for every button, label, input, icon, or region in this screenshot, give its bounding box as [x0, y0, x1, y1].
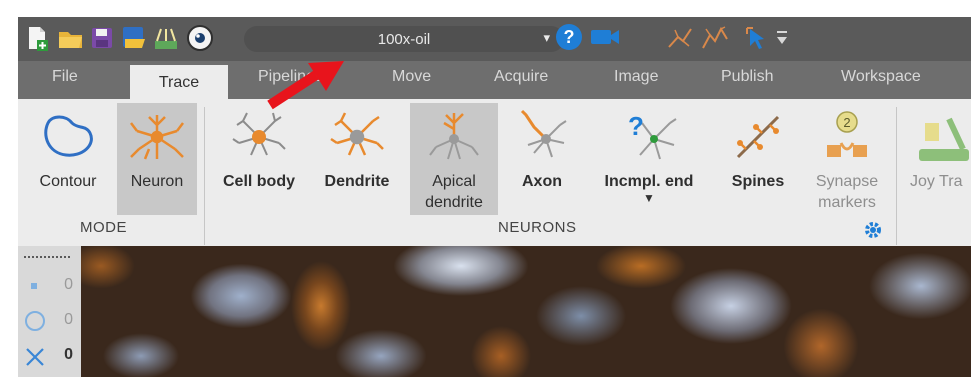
dendrite-icon — [330, 112, 384, 156]
mode-group-label: MODE — [80, 219, 127, 236]
cell-body-icon — [232, 112, 286, 156]
chevron-down-icon: ▾ — [543, 30, 550, 45]
circle-marker-icon — [25, 311, 45, 331]
marker-count: 0 — [64, 311, 73, 328]
apical-dendrite-label-line1: Apical — [432, 173, 476, 190]
save-as-icon[interactable] — [121, 25, 145, 51]
axon-button[interactable]: Axon — [506, 103, 578, 215]
dendrite-button[interactable]: Dendrite — [312, 103, 402, 215]
group-settings-gear-icon[interactable] — [864, 221, 882, 244]
marker-count-panel: 0 0 0 — [18, 246, 81, 377]
joy-trace-label: Joy Tra — [910, 173, 963, 190]
tab-publish[interactable]: Publish — [721, 68, 773, 86]
svg-text:?: ? — [628, 111, 644, 141]
contour-button[interactable]: Contour — [26, 103, 110, 215]
apical-dendrite-button[interactable]: Apical dendrite — [410, 103, 498, 215]
open-folder-icon[interactable] — [58, 25, 82, 51]
dot-marker-icon — [31, 283, 37, 289]
axon-icon — [520, 109, 567, 158]
annotation-arrow-icon — [267, 61, 344, 110]
neuron-button[interactable]: Neuron — [117, 103, 197, 215]
app-window: 100x-oil ▾ ? File Trace Pipelines Move A… — [0, 0, 971, 377]
neuron-label: Neuron — [130, 173, 184, 190]
trace-tool-icon[interactable] — [666, 25, 692, 51]
select-arrow-icon[interactable] — [745, 25, 769, 51]
ribbon-panel: Contour Neuron Cell body Dendrite Apical… — [18, 99, 971, 246]
marker-count: 0 — [64, 276, 73, 293]
svg-text:?: ? — [564, 27, 575, 47]
group-separator — [896, 107, 897, 245]
objective-select[interactable]: 100x-oil ▾ — [244, 26, 564, 52]
tab-acquire[interactable]: Acquire — [494, 68, 548, 86]
dendrite-label: Dendrite — [324, 173, 390, 190]
marker-row[interactable]: 0 — [18, 274, 81, 298]
group-separator — [204, 107, 205, 245]
apical-dendrite-label-line2: dendrite — [425, 194, 483, 211]
new-file-icon[interactable] — [26, 25, 50, 51]
quick-access-toolbar: 100x-oil ▾ ? — [18, 17, 971, 61]
overflow-icon[interactable] — [775, 29, 789, 55]
tab-trace[interactable]: Trace — [130, 65, 228, 99]
incomplete-end-button[interactable]: ? Incmpl. end ▼ — [586, 103, 712, 215]
tab-image[interactable]: Image — [614, 68, 658, 86]
joy-trace-icon — [919, 117, 969, 161]
cell-body-button[interactable]: Cell body — [214, 103, 304, 215]
ruler-icon[interactable] — [153, 25, 177, 51]
tab-file[interactable]: File — [52, 68, 78, 86]
synapse-markers-icon: 2 — [827, 111, 867, 157]
apical-dendrite-icon — [429, 113, 479, 160]
spines-label: Spines — [731, 173, 785, 190]
synapse-badge: 2 — [843, 115, 850, 130]
camera-icon[interactable] — [590, 27, 619, 53]
neurons-group-label: NEURONS — [498, 219, 577, 236]
eye-icon[interactable] — [186, 24, 213, 51]
ribbon-tab-bar: File Trace Pipelines Move Acquire Image … — [18, 61, 971, 99]
synapse-markers-label-line1: Synapse — [815, 173, 879, 190]
synapse-markers-button[interactable]: 2 Synapse markers — [802, 103, 892, 215]
joy-trace-button[interactable]: Joy Tra — [904, 103, 971, 215]
x-marker-icon — [26, 348, 44, 366]
microscope-image-view[interactable] — [81, 246, 971, 377]
marker-count: 0 — [64, 346, 73, 363]
contour-label: Contour — [39, 173, 97, 190]
synapse-markers-label: Synapse markers — [802, 171, 892, 213]
cell-body-label: Cell body — [222, 173, 295, 190]
axon-label: Axon — [522, 173, 562, 190]
panel-grip[interactable] — [24, 256, 70, 258]
save-icon[interactable] — [90, 25, 114, 51]
incomplete-end-label: Incmpl. end — [604, 173, 694, 190]
contour-icon — [44, 115, 93, 157]
marker-row[interactable]: 0 — [18, 309, 81, 333]
incomplete-end-icon: ? — [628, 111, 677, 160]
tab-move[interactable]: Move — [392, 68, 431, 86]
spines-icon — [736, 115, 780, 159]
tab-workspace[interactable]: Workspace — [841, 68, 921, 86]
help-icon[interactable]: ? — [555, 23, 582, 50]
trace-tool-2-icon[interactable] — [700, 25, 728, 51]
apical-dendrite-label: Apical dendrite — [410, 171, 498, 213]
marker-row[interactable]: 0 — [18, 344, 81, 368]
spines-button[interactable]: Spines — [720, 103, 796, 215]
synapse-markers-label-line2: markers — [818, 194, 876, 211]
incomplete-end-dropdown-icon[interactable]: ▼ — [586, 192, 712, 204]
objective-value: 100x-oil — [377, 31, 431, 48]
neuron-icon — [130, 115, 184, 160]
